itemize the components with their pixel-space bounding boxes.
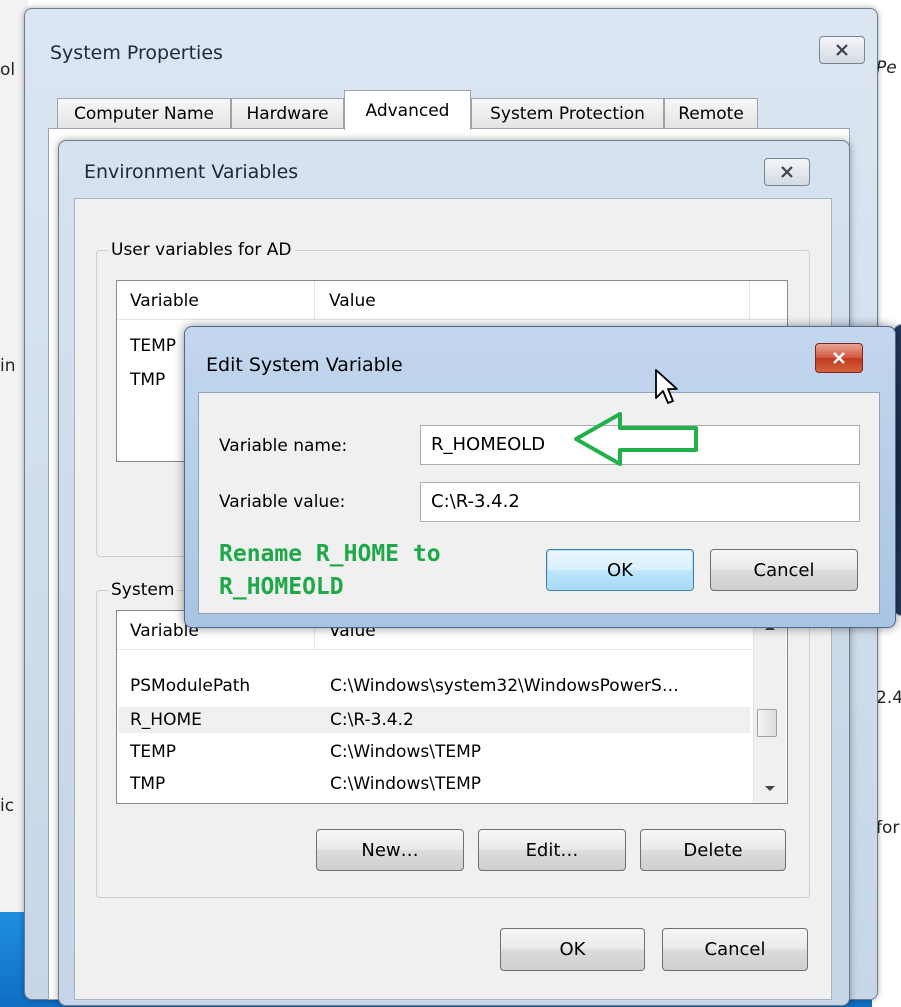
annotation-line-2: R_HOMEOLD [219,574,344,600]
background-text: for [876,818,900,838]
table-row[interactable]: TEMP C:\Windows\TEMP [118,739,750,765]
column-header-variable[interactable]: Variable [130,291,199,311]
list-header: Variable Value [117,281,787,320]
close-icon [781,166,793,178]
group-title: User variables for AD [108,240,295,260]
system-variables-list[interactable]: Variable Value PSModulePath C:\Windows\s… [116,610,788,804]
column-header-value[interactable]: Value [329,291,376,311]
close-icon [836,44,848,56]
close-icon [833,352,845,364]
table-row[interactable]: PSModulePath C:\Windows\system32\Windows… [118,673,750,699]
background-text: Pe [876,58,897,78]
cancel-button[interactable]: Cancel [662,928,808,971]
table-row[interactable]: TMP C:\Windows\TEMP [118,771,750,797]
cell-value: C:\R-3.4.2 [330,710,414,730]
window-title: Environment Variables [84,161,299,183]
background-text: in [0,356,16,376]
background-text: ic [0,796,15,816]
tab-remote[interactable]: Remote [664,98,758,128]
close-button[interactable] [764,158,810,186]
cell-variable: R_HOME [130,710,202,730]
mouse-cursor-icon [655,369,678,404]
close-button[interactable] [815,343,863,373]
edit-button[interactable]: Edit… [478,829,626,871]
scrollbar-thumb[interactable] [757,709,777,737]
background-text: 2.4 [876,688,901,708]
window-title: System Properties [50,42,223,64]
cell-variable: TMP [130,370,166,390]
cell-variable: TMP [130,774,166,794]
tab-computer-name[interactable]: Computer Name [57,98,231,128]
cell-value: C:\Windows\TEMP [330,742,481,762]
cell-variable: PSModulePath [130,676,251,696]
ok-button[interactable]: OK [500,928,645,971]
annotation-line-1: Rename R_HOME to [219,541,441,567]
cancel-button[interactable]: Cancel [710,549,858,591]
column-divider [314,281,315,319]
table-row-selected[interactable]: R_HOME C:\R-3.4.2 [118,707,750,733]
variable-value-label: Variable value: [219,492,346,512]
tab-advanced[interactable]: Advanced [344,90,471,130]
vertical-scrollbar[interactable] [753,611,786,803]
ok-button[interactable]: OK [546,549,694,591]
cell-variable: TEMP [130,742,177,762]
variable-name-label: Variable name: [219,436,348,456]
new-button[interactable]: New… [316,829,464,871]
cell-value: C:\Windows\system32\WindowsPowerS… [330,676,679,696]
cell-value: C:\Windows\TEMP [330,774,481,794]
dialog-title: Edit System Variable [206,354,403,376]
background-text: ol [0,60,16,80]
tab-hardware[interactable]: Hardware [231,98,344,128]
tab-system-protection[interactable]: System Protection [471,98,664,128]
delete-button[interactable]: Delete [640,829,786,871]
arrow-annotation-icon [574,412,698,466]
annotation-text: Rename R_HOME to R_HOMEOLD [219,538,441,604]
close-button[interactable] [819,36,865,64]
group-title: System [108,580,178,600]
column-divider [749,281,750,319]
cell-variable: TEMP [130,336,177,356]
scroll-down-button[interactable] [754,777,786,801]
scroll-down-arrow-icon [765,786,775,791]
variable-value-field[interactable]: C:\R-3.4.2 [420,482,860,522]
